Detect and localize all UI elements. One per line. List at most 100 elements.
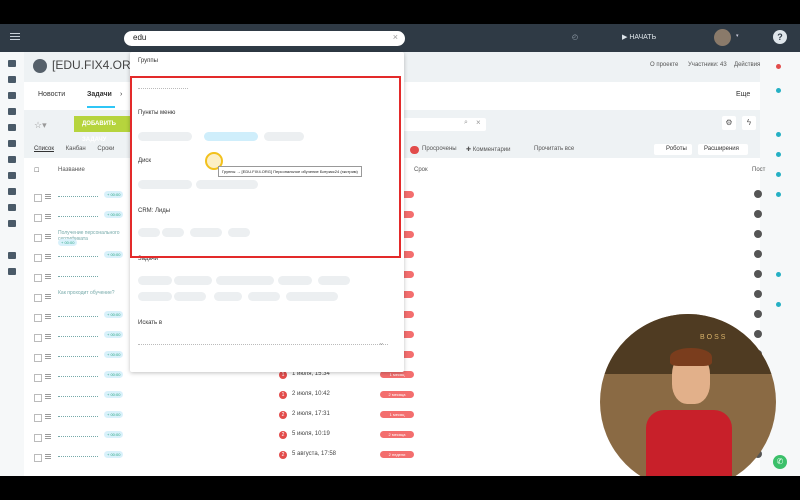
task-title[interactable] [58,452,98,457]
user-avatar[interactable] [714,29,731,46]
sidebar-icon-docs[interactable] [8,220,16,227]
result-item[interactable] [174,292,206,301]
column-deadline[interactable]: Срок [414,167,428,173]
view-list[interactable]: Список [34,146,54,152]
tab-more[interactable]: Еще [736,91,750,98]
sidebar-icon-chat[interactable] [8,92,16,99]
filter-search-input[interactable]: ⌕ × [400,118,486,131]
search-icon[interactable]: ⌕ [464,119,468,127]
task-title[interactable] [58,312,98,317]
row-menu-icon[interactable] [45,294,51,295]
tab-tasks[interactable]: Задачи [87,91,112,98]
avatar[interactable] [754,230,762,238]
task-title[interactable] [58,392,98,397]
extensions-button[interactable]: Расширения [698,144,748,155]
filter-overdue[interactable]: Просрочены [422,146,457,152]
row-menu-icon[interactable] [45,434,51,435]
sidebar-icon-sites[interactable] [8,204,16,211]
task-title[interactable] [58,212,98,217]
sidebar-icon-filter[interactable] [8,76,16,83]
sidebar-icon-drive[interactable] [8,156,16,163]
row-menu-icon[interactable] [45,214,51,215]
bolt-icon[interactable]: ϟ [742,116,756,130]
row-checkbox[interactable] [34,454,42,462]
result-item[interactable] [248,292,280,301]
row-checkbox[interactable] [34,394,42,402]
search-in-options[interactable] [138,344,388,346]
view-kanban[interactable]: Канбан [66,146,86,152]
sidebar-icon-tasks[interactable] [8,108,16,115]
link-actions[interactable]: Действия [734,62,760,68]
result-item[interactable] [286,292,338,301]
search-query[interactable]: edu [133,33,146,42]
sidebar-icon-groups[interactable] [8,140,16,147]
sidebar-icon-timeman[interactable] [8,252,16,259]
contact-dot[interactable] [776,272,781,277]
result-item[interactable] [174,276,212,285]
user-menu-chevron-icon[interactable]: ▾ [736,33,739,39]
task-title[interactable] [58,272,98,277]
row-checkbox[interactable] [34,374,42,382]
row-checkbox[interactable] [34,234,42,242]
sidebar-icon-mail[interactable] [8,172,16,179]
sidebar-icon-calendar[interactable] [8,124,16,131]
global-search-input[interactable]: edu × [124,31,405,46]
tab-more-chevron-icon[interactable]: › [120,91,122,98]
avatar[interactable] [754,190,762,198]
add-task-button[interactable]: ДОБАВИТЬ ЗАДАЧУ [74,116,132,143]
filter-comments[interactable]: ✚ Комментарии [466,146,511,153]
task-title[interactable] [58,412,98,417]
link-about[interactable]: О проекте [650,62,678,68]
contact-dot[interactable] [776,132,781,137]
row-checkbox[interactable] [34,294,42,302]
row-menu-icon[interactable] [45,314,51,315]
contact-dot[interactable] [776,152,781,157]
clear-icon[interactable]: × [393,32,398,42]
row-checkbox[interactable] [34,214,42,222]
row-checkbox[interactable] [34,354,42,362]
row-menu-icon[interactable] [45,334,51,335]
gear-icon[interactable]: ⚙ [722,116,736,130]
clear-filter-icon[interactable]: × [476,118,481,127]
contact-dot[interactable] [776,192,781,197]
row-menu-icon[interactable] [45,194,51,195]
avatar[interactable] [754,250,762,258]
row-menu-icon[interactable] [45,374,51,375]
result-item[interactable] [214,292,242,301]
row-menu-icon[interactable] [45,414,51,415]
row-checkbox[interactable] [34,274,42,282]
task-title[interactable]: Как проходит обучение? [58,290,115,296]
link-members[interactable]: Участники: 43 [688,62,727,68]
read-all-button[interactable]: Прочитать все [534,146,574,152]
row-checkbox[interactable] [34,334,42,342]
star-icon[interactable]: ☆▾ [34,120,47,131]
notification-badge[interactable] [776,64,781,69]
row-menu-icon[interactable] [45,234,51,235]
result-item[interactable] [278,276,312,285]
task-title[interactable] [58,332,98,337]
sidebar-icon-settings[interactable] [8,268,16,275]
task-title[interactable] [58,432,98,437]
row-checkbox[interactable] [34,194,42,202]
row-checkbox[interactable] [34,314,42,322]
sidebar-icon-crm[interactable] [8,188,16,195]
robots-button[interactable]: Роботы [654,144,692,155]
chevron-down-icon[interactable]: ⌄ [378,338,385,347]
task-title[interactable] [58,252,98,257]
contact-dot[interactable] [776,88,781,93]
row-menu-icon[interactable] [45,454,51,455]
row-checkbox[interactable] [34,254,42,262]
result-item[interactable] [138,276,172,285]
contact-dot[interactable] [776,302,781,307]
avatar[interactable] [754,290,762,298]
row-checkbox[interactable] [34,414,42,422]
row-menu-icon[interactable] [45,354,51,355]
result-item[interactable] [216,276,274,285]
start-button[interactable]: ▶ НАЧАТЬ [622,33,656,41]
row-checkbox[interactable] [34,434,42,442]
avatar[interactable] [754,270,762,278]
header-checkbox[interactable]: ☐ [34,167,39,174]
task-title[interactable] [58,372,98,377]
row-menu-icon[interactable] [45,254,51,255]
contact-dot[interactable] [776,172,781,177]
